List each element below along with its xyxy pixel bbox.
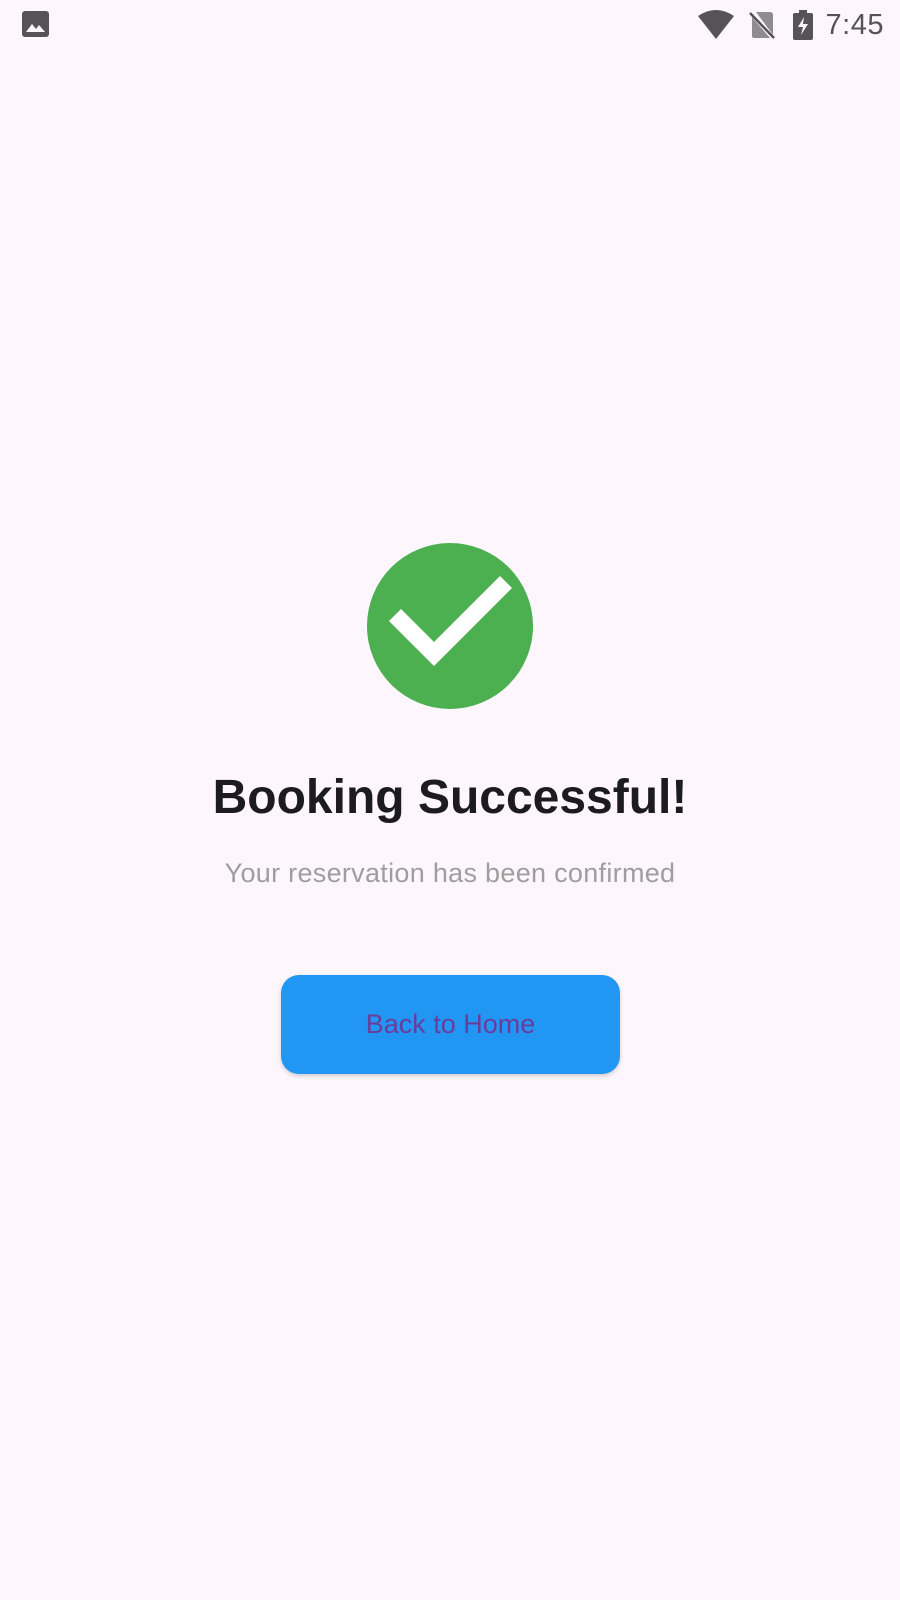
status-bar: 7:45 xyxy=(0,0,900,50)
battery-charging-icon xyxy=(792,10,813,40)
page-title: Booking Successful! xyxy=(212,771,688,824)
wifi-icon xyxy=(697,10,735,40)
check-circle-icon xyxy=(367,543,533,709)
image-icon xyxy=(22,11,49,37)
back-to-home-button[interactable]: Back to Home xyxy=(281,975,620,1074)
status-time: 7:45 xyxy=(825,8,884,41)
status-icons: 7:45 xyxy=(697,6,884,44)
confirmation-message: Your reservation has been confirmed xyxy=(224,858,676,888)
no-sim-icon xyxy=(748,11,775,39)
